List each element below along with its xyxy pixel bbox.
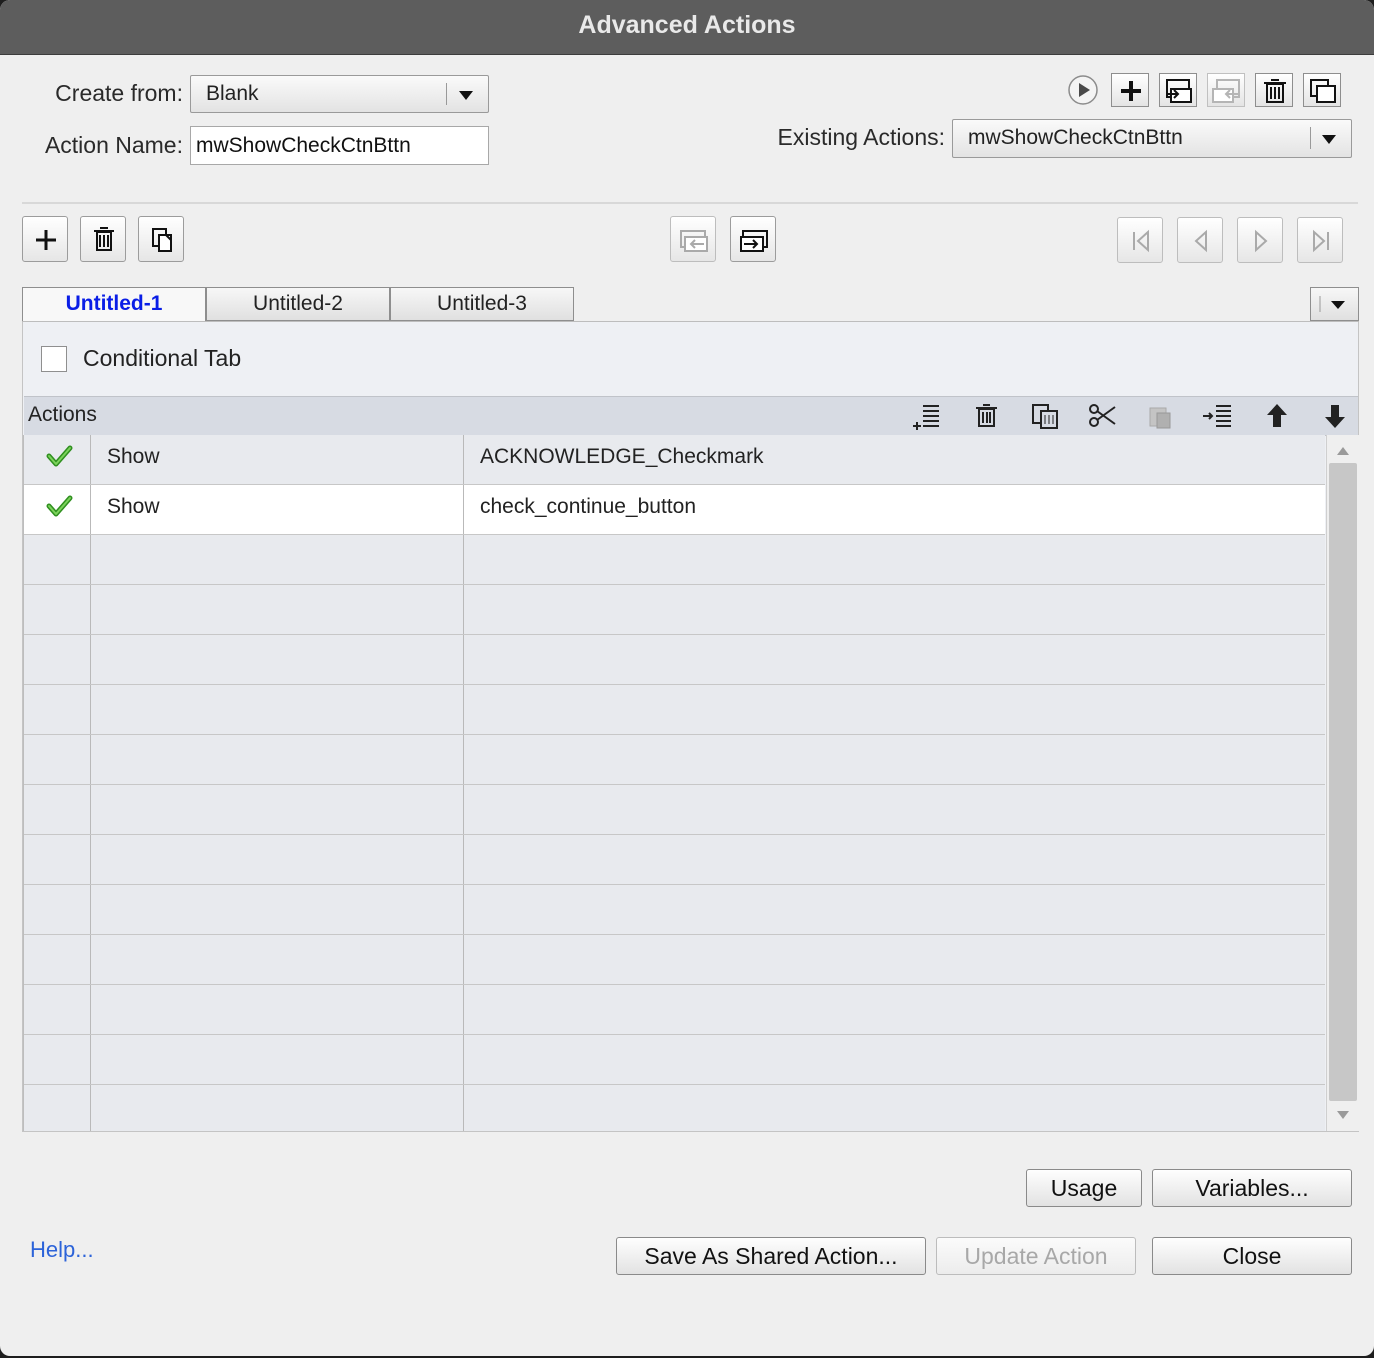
actions-title: Actions bbox=[28, 403, 97, 426]
update-action-button: Update Action bbox=[936, 1237, 1136, 1275]
action-name-input[interactable] bbox=[190, 126, 489, 165]
variables-button[interactable]: Variables... bbox=[1152, 1169, 1352, 1207]
table-row-empty[interactable] bbox=[24, 535, 1325, 585]
delete-action-icon[interactable] bbox=[1255, 73, 1293, 107]
new-action-button[interactable] bbox=[1111, 73, 1149, 107]
add-tab-button[interactable] bbox=[22, 216, 68, 262]
table-row-empty[interactable] bbox=[24, 885, 1325, 935]
usage-button[interactable]: Usage bbox=[1026, 1169, 1142, 1207]
move-down-icon[interactable] bbox=[1315, 397, 1355, 435]
table-row-empty[interactable] bbox=[24, 635, 1325, 685]
last-tab-icon bbox=[1297, 217, 1343, 263]
checkmark-icon bbox=[46, 445, 73, 467]
advanced-actions-window: Advanced Actions Create from: Blank Acti… bbox=[0, 0, 1374, 1356]
first-tab-icon bbox=[1117, 217, 1163, 263]
move-tab-right-button[interactable] bbox=[730, 216, 776, 262]
existing-actions-label: Existing Actions: bbox=[777, 124, 945, 150]
table-row-empty[interactable] bbox=[24, 685, 1325, 735]
vertical-scrollbar[interactable] bbox=[1326, 435, 1359, 1131]
paste-row-icon bbox=[1141, 397, 1181, 435]
scroll-up-icon[interactable] bbox=[1337, 447, 1349, 455]
tab-untitled-1[interactable]: Untitled-1 bbox=[22, 287, 206, 321]
chevron-down-icon bbox=[459, 91, 473, 100]
indent-row-icon[interactable] bbox=[1199, 397, 1239, 435]
action-type-cell[interactable]: Show bbox=[91, 485, 464, 534]
chevron-down-icon bbox=[1322, 135, 1336, 144]
delete-row-icon[interactable] bbox=[967, 397, 1007, 435]
table-row-empty[interactable] bbox=[24, 835, 1325, 885]
table-row-empty[interactable] bbox=[24, 1085, 1325, 1131]
move-tab-left-button bbox=[670, 216, 716, 262]
window-title: Advanced Actions bbox=[0, 0, 1374, 55]
table-row-empty[interactable] bbox=[24, 785, 1325, 835]
action-target-cell[interactable]: check_continue_button bbox=[464, 485, 1325, 534]
actions-header: Actions bbox=[24, 396, 1358, 436]
table-row-empty[interactable] bbox=[24, 585, 1325, 635]
scroll-down-icon[interactable] bbox=[1337, 1111, 1349, 1119]
table-row-empty[interactable] bbox=[24, 935, 1325, 985]
table-row-empty[interactable] bbox=[24, 735, 1325, 785]
table-row-empty[interactable] bbox=[24, 985, 1325, 1035]
tab-untitled-2[interactable]: Untitled-2 bbox=[206, 287, 390, 321]
table-row[interactable]: Show ACKNOWLEDGE_Checkmark bbox=[24, 435, 1325, 485]
divider bbox=[22, 202, 1358, 204]
cut-row-icon[interactable] bbox=[1083, 397, 1123, 435]
move-up-icon[interactable] bbox=[1257, 397, 1297, 435]
existing-actions-dropdown[interactable]: mwShowCheckCtnBttn bbox=[952, 119, 1352, 158]
action-target-cell[interactable]: ACKNOWLEDGE_Checkmark bbox=[464, 435, 1325, 484]
actions-table: Show ACKNOWLEDGE_Checkmark Show check_co… bbox=[23, 435, 1325, 1131]
export-action-icon bbox=[1207, 73, 1245, 107]
tabs-overflow-dropdown[interactable] bbox=[1310, 287, 1359, 321]
delete-tab-button[interactable] bbox=[80, 216, 126, 262]
chevron-down-icon bbox=[1319, 296, 1345, 312]
table-row-empty[interactable] bbox=[24, 1035, 1325, 1085]
create-from-label: Create from: bbox=[55, 80, 183, 106]
help-link[interactable]: Help... bbox=[30, 1237, 94, 1263]
conditional-tab-label: Conditional Tab bbox=[83, 345, 242, 371]
action-type-cell[interactable]: Show bbox=[91, 435, 464, 484]
table-row[interactable]: Show check_continue_button bbox=[24, 485, 1325, 535]
action-name-label: Action Name: bbox=[44, 132, 183, 158]
tab-untitled-3[interactable]: Untitled-3 bbox=[390, 287, 574, 321]
close-button[interactable]: Close bbox=[1152, 1237, 1352, 1275]
existing-actions-value: mwShowCheckCtnBttn bbox=[968, 126, 1183, 149]
create-from-value: Blank bbox=[206, 82, 259, 105]
insert-action-icon[interactable] bbox=[909, 397, 949, 435]
create-from-dropdown[interactable]: Blank bbox=[190, 75, 489, 113]
duplicate-tab-button[interactable] bbox=[138, 216, 184, 262]
conditional-tab-checkbox[interactable] bbox=[41, 346, 67, 372]
duplicate-action-icon[interactable] bbox=[1303, 73, 1341, 107]
copy-row-icon[interactable] bbox=[1025, 397, 1065, 435]
import-action-icon[interactable] bbox=[1159, 73, 1197, 107]
preview-icon[interactable] bbox=[1066, 73, 1100, 107]
save-as-shared-action-button[interactable]: Save As Shared Action... bbox=[616, 1237, 926, 1275]
next-tab-icon bbox=[1237, 217, 1283, 263]
scrollbar-thumb[interactable] bbox=[1329, 463, 1357, 1101]
previous-tab-icon bbox=[1177, 217, 1223, 263]
checkmark-icon bbox=[46, 495, 73, 517]
